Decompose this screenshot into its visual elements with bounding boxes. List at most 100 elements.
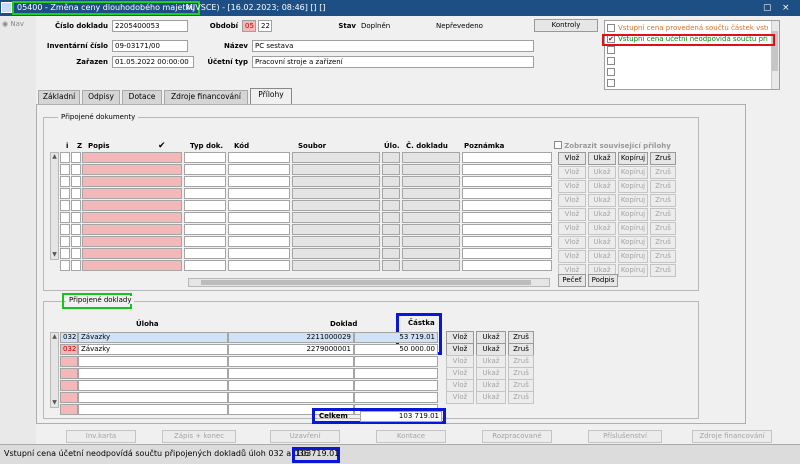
scroll-up-icon[interactable]: ▲ (51, 153, 58, 161)
kontace-button[interactable]: Kontace (376, 430, 446, 443)
document-cell[interactable] (228, 188, 290, 199)
document-cell[interactable] (292, 260, 380, 271)
ukaz-button[interactable]: Ukaž (588, 194, 616, 207)
kopiruj-button[interactable]: Kopíruj (618, 152, 648, 165)
document-cell[interactable] (184, 200, 226, 211)
kopiruj-button[interactable]: Kopíruj (618, 194, 648, 207)
zdroje-financovani-button[interactable]: Zdroje financování (692, 430, 772, 443)
document-cell[interactable] (382, 236, 400, 247)
warning-checkbox[interactable] (607, 68, 615, 76)
tab-dotace[interactable]: Dotace (122, 90, 162, 104)
doklad-cislo-cell[interactable]: 2279000001 (228, 344, 354, 355)
ucetni-typ-field[interactable]: Pracovní stroje a zařízení (252, 56, 534, 68)
scroll-down-icon[interactable]: ▼ (51, 251, 58, 259)
doklad-castka-cell[interactable] (354, 380, 438, 391)
kopiruj-button[interactable]: Kopíruj (618, 180, 648, 193)
zrus-button[interactable]: Zruš (650, 152, 676, 165)
document-cell[interactable] (184, 164, 226, 175)
zrus-button[interactable]: Zruš (650, 166, 676, 179)
doklad-castka-cell[interactable] (354, 392, 438, 403)
document-cell[interactable] (82, 188, 182, 199)
document-cell-selected[interactable] (402, 152, 460, 163)
warning-item-empty[interactable] (607, 67, 772, 77)
warning-checkbox[interactable] (607, 57, 615, 65)
tab-prilohy[interactable]: Přílohy (250, 88, 292, 105)
doklad-castka-cell[interactable]: 50 000.00 (354, 344, 438, 355)
document-cell[interactable] (292, 200, 380, 211)
document-cell[interactable] (82, 164, 182, 175)
cislo-dokladu-field[interactable]: 2205400053 (112, 20, 188, 32)
document-cell[interactable] (184, 260, 226, 271)
kontroly-button[interactable]: Kontroly (534, 19, 598, 32)
document-cell[interactable] (82, 224, 182, 235)
doklad-kod-cell[interactable]: 032 (60, 344, 78, 355)
zrus-button[interactable]: Zruš (508, 391, 534, 404)
ukaz-button[interactable]: Ukaž (588, 208, 616, 221)
tab-zdroje-financovani[interactable]: Zdroje financování (164, 90, 248, 104)
document-cell[interactable] (71, 248, 81, 259)
document-cell-selected[interactable] (462, 152, 552, 163)
document-cell[interactable] (402, 212, 460, 223)
warning-item-empty[interactable] (607, 56, 772, 66)
warning-item-empty[interactable] (607, 78, 772, 88)
document-cell[interactable] (382, 200, 400, 211)
document-cell[interactable] (184, 248, 226, 259)
document-cell-selected[interactable] (184, 152, 226, 163)
obdobi-year-field[interactable]: 22 (258, 20, 272, 32)
document-cell[interactable] (402, 188, 460, 199)
doklad-cislo-cell[interactable]: 2211000029 (228, 332, 354, 343)
documents-horizontal-scrollbar[interactable] (188, 278, 550, 287)
doklad-kod-cell[interactable] (60, 392, 78, 403)
warnings-scrollbar[interactable] (771, 21, 779, 89)
document-cell-selected[interactable] (71, 152, 81, 163)
doklad-uloha-cell[interactable] (78, 368, 228, 379)
document-cell[interactable] (462, 248, 552, 259)
document-cell[interactable] (228, 176, 290, 187)
doklad-cislo-cell[interactable] (228, 368, 354, 379)
document-cell-selected[interactable] (382, 152, 400, 163)
document-cell[interactable] (402, 260, 460, 271)
document-cell[interactable] (228, 200, 290, 211)
document-cell[interactable] (462, 176, 552, 187)
document-cell[interactable] (292, 188, 380, 199)
zrus-button[interactable]: Zruš (650, 236, 676, 249)
rozpracovane-button[interactable]: Rozpracované (482, 430, 552, 443)
document-cell[interactable] (462, 260, 552, 271)
document-cell[interactable] (82, 176, 182, 187)
zarazen-field[interactable]: 01.05.2022 00:00:00 (112, 56, 194, 68)
doklad-cislo-cell[interactable] (228, 392, 354, 403)
doklad-uloha-cell[interactable]: Závazky (78, 332, 228, 343)
document-cell[interactable] (462, 164, 552, 175)
podpis-button[interactable]: Podpis (588, 274, 618, 287)
document-cell-selected[interactable] (292, 152, 380, 163)
document-cell[interactable] (292, 164, 380, 175)
inventarni-cislo-field[interactable]: 09-03171/00 (112, 40, 188, 52)
document-cell-selected[interactable] (60, 152, 70, 163)
document-cell[interactable] (60, 236, 70, 247)
document-cell[interactable] (382, 212, 400, 223)
document-cell[interactable] (292, 236, 380, 247)
doklad-kod-cell[interactable] (60, 356, 78, 367)
scroll-down-icon[interactable]: ▼ (51, 399, 58, 407)
kopiruj-button[interactable]: Kopíruj (618, 264, 648, 277)
doklad-uloha-cell[interactable] (78, 380, 228, 391)
ukaz-button[interactable]: Ukaž (588, 166, 616, 179)
close-icon[interactable]: × (782, 2, 790, 14)
kopiruj-button[interactable]: Kopíruj (618, 208, 648, 221)
doklad-kod-cell[interactable] (60, 404, 78, 415)
doklady-vertical-scrollbar[interactable]: ▲ ▼ (50, 332, 59, 408)
document-cell[interactable] (71, 164, 81, 175)
document-cell[interactable] (292, 224, 380, 235)
document-cell[interactable] (60, 224, 70, 235)
document-cell[interactable] (82, 260, 182, 271)
document-cell[interactable] (382, 164, 400, 175)
kopiruj-button[interactable]: Kopíruj (618, 250, 648, 263)
pecet-button[interactable]: Pečeť (558, 274, 586, 287)
ukaz-button[interactable]: Ukaž (588, 250, 616, 263)
document-cell[interactable] (228, 164, 290, 175)
document-cell[interactable] (184, 212, 226, 223)
ukaz-button[interactable]: Ukaž (588, 222, 616, 235)
doklad-uloha-cell[interactable] (78, 404, 228, 415)
zrus-button[interactable]: Zruš (650, 194, 676, 207)
document-cell[interactable] (292, 248, 380, 259)
